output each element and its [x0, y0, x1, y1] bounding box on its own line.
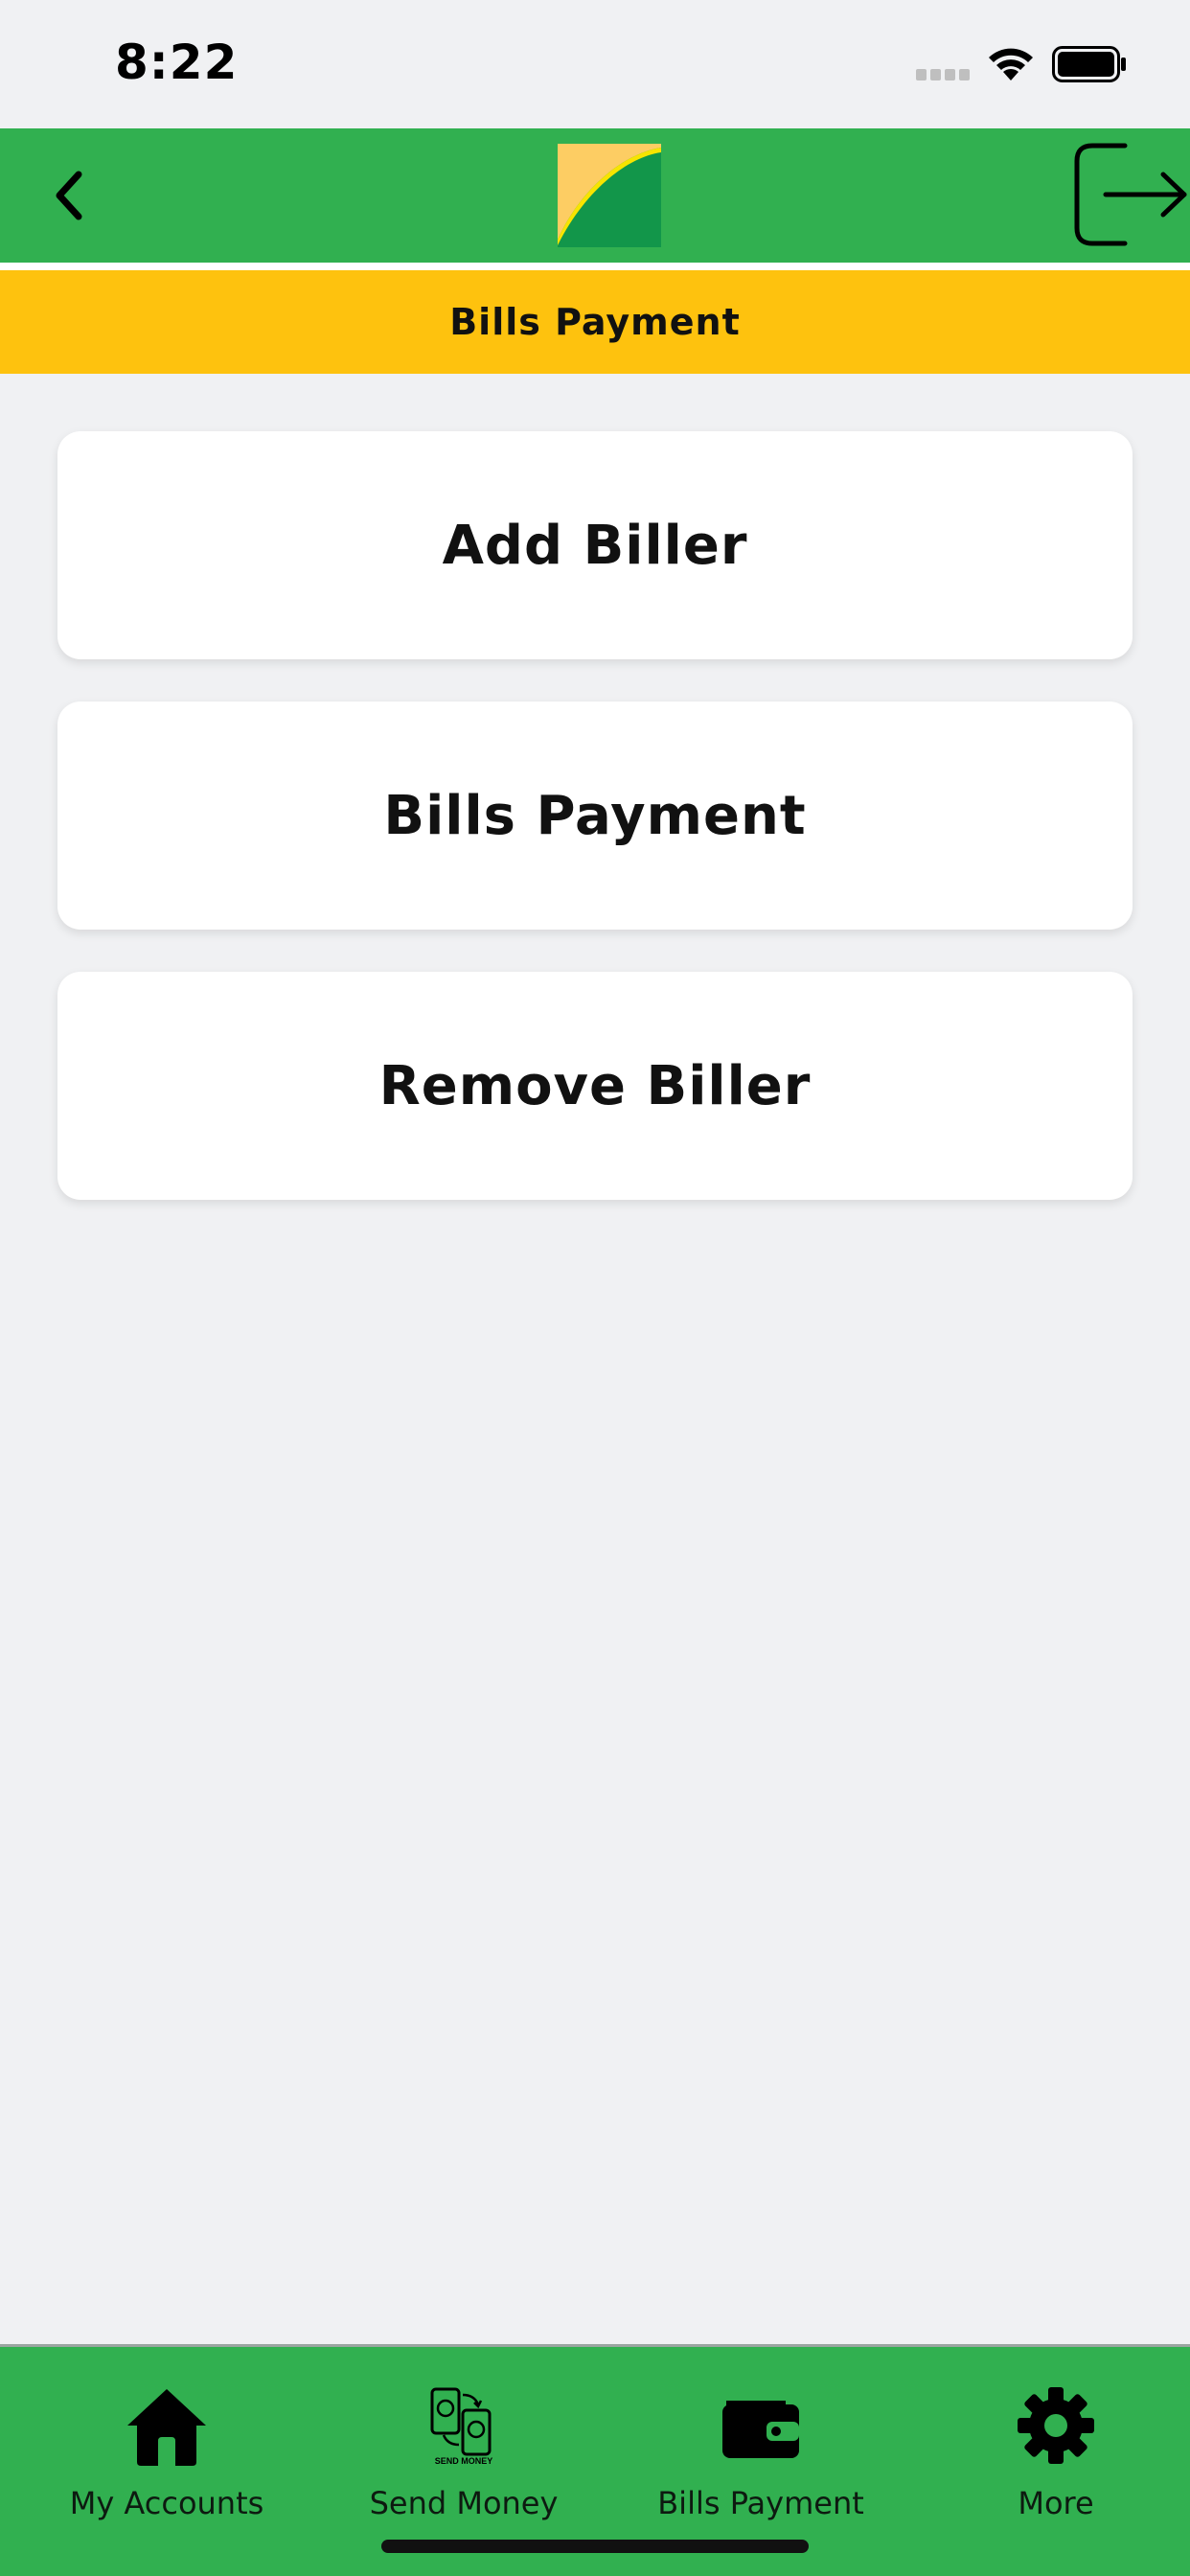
logout-button[interactable] [1071, 138, 1190, 251]
page-title: Bills Payment [449, 301, 741, 343]
send-money-icon: SEND MONEY [430, 2387, 493, 2466]
wifi-icon [989, 48, 1033, 80]
home-icon [127, 2389, 206, 2466]
remove-biller-button[interactable]: Remove Biller [57, 972, 1133, 1200]
tab-more[interactable]: More [912, 2385, 1190, 2529]
status-bar: 8:22 [0, 0, 1190, 128]
tab-my-accounts-label: My Accounts [69, 2485, 264, 2521]
chevron-left-icon [56, 171, 82, 220]
add-biller-button[interactable]: Add Biller [57, 431, 1133, 659]
logout-icon [1074, 143, 1187, 246]
tab-more-label: More [1018, 2485, 1094, 2521]
tab-send-money-label: Send Money [369, 2485, 559, 2521]
header-divider [0, 263, 1190, 270]
back-button[interactable] [38, 157, 100, 234]
bills-payment-button[interactable]: Bills Payment [57, 702, 1133, 930]
tab-send-money[interactable]: SEND MONEY Send Money [320, 2385, 607, 2529]
app-header [0, 128, 1190, 263]
page-title-bar: Bills Payment [0, 270, 1190, 374]
add-biller-label: Add Biller [442, 514, 748, 577]
remove-biller-label: Remove Biller [378, 1054, 812, 1117]
tab-my-accounts[interactable]: My Accounts [23, 2385, 310, 2529]
bills-payment-label: Bills Payment [383, 784, 807, 847]
battery-icon [1052, 46, 1126, 82]
bank-logo [558, 144, 661, 247]
tab-bills-payment-label: Bills Payment [657, 2485, 864, 2521]
home-indicator[interactable] [381, 2540, 809, 2553]
send-money-icon-text: SEND MONEY [435, 2456, 493, 2466]
cellular-signal-icon [916, 69, 970, 80]
wallet-icon [722, 2401, 799, 2458]
status-time: 8:22 [115, 34, 239, 90]
tab-bills-payment[interactable]: Bills Payment [617, 2385, 904, 2529]
gear-icon [1018, 2387, 1094, 2464]
